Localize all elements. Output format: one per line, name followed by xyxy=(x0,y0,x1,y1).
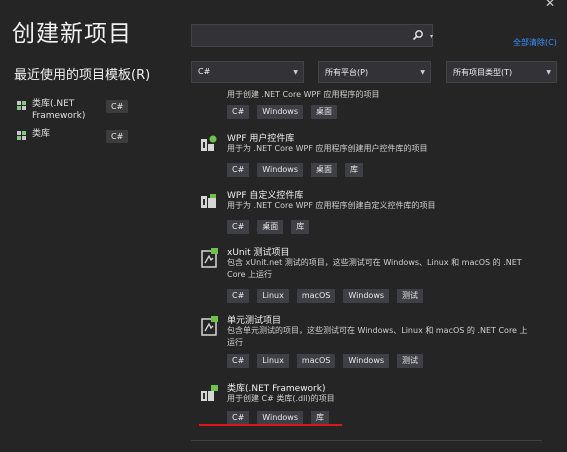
tag: 库 xyxy=(311,411,330,425)
tag: C# xyxy=(227,105,250,119)
tag: Windows xyxy=(257,163,304,177)
clear-all-link[interactable]: 全部清除(C) xyxy=(513,37,557,48)
project-type-filter[interactable]: 所有项目类型(T) ▼ xyxy=(446,61,557,83)
platform-filter-value: 所有平台(P) xyxy=(325,68,369,77)
template-list: 用于创建 .NET Core WPF 应用程序的项目 C# Windows 桌面… xyxy=(191,89,542,441)
close-icon[interactable]: ✕ xyxy=(545,0,559,10)
class-library-icon xyxy=(201,385,218,401)
tag: Windows xyxy=(257,411,304,425)
tag: Linux xyxy=(257,289,289,303)
recent-item[interactable]: 类库 C# xyxy=(16,126,136,156)
tag: C# xyxy=(227,220,250,234)
recent-templates-list: 类库(.NET Framework) C# 类库 C# xyxy=(16,96,136,156)
tag: Windows xyxy=(257,105,304,119)
recent-item-name: 类库 xyxy=(32,129,51,139)
tag: 库 xyxy=(345,163,364,177)
search-input[interactable]: ▾ xyxy=(191,24,433,47)
page-title: 创建新项目 xyxy=(12,21,132,47)
tag: C# xyxy=(227,163,250,177)
tag: 桌面 xyxy=(311,105,338,119)
template-description: 用于创建 C# 类库(.dll)的项目 xyxy=(227,394,335,403)
template-description: 包含 xUnit.net 测试的项目，这些测试可在 Windows、Linux … xyxy=(227,258,522,279)
tag: 测试 xyxy=(397,289,424,303)
chevron-down-icon: ▼ xyxy=(546,69,551,76)
test-project-icon xyxy=(201,316,218,336)
template-tags: C# Windows 桌面 库 xyxy=(227,163,364,177)
template-tags: C# Linux macOS Windows 测试 xyxy=(227,354,424,368)
recent-item[interactable]: 类库(.NET Framework) C# xyxy=(16,96,136,126)
tag: 桌面 xyxy=(257,220,284,234)
tag: macOS xyxy=(296,289,336,303)
tag: C# xyxy=(227,411,250,425)
template-tags: C# 桌面 库 xyxy=(227,220,310,234)
template-tags: C# Windows 桌面 xyxy=(227,105,338,119)
recent-item-language: C# xyxy=(106,130,129,143)
language-filter-value: C# xyxy=(198,67,211,76)
search-icon[interactable] xyxy=(412,29,424,41)
recent-templates-title: 最近使用的项目模板(R) xyxy=(14,68,151,83)
tag: C# xyxy=(227,354,250,368)
wpf-library-icon xyxy=(201,135,217,151)
test-project-icon xyxy=(201,248,218,268)
platform-filter[interactable]: 所有平台(P) ▼ xyxy=(318,61,431,83)
list-divider xyxy=(191,440,542,441)
tag: C# xyxy=(227,289,250,303)
tag: 桌面 xyxy=(311,163,338,177)
template-description: 用于创建 .NET Core WPF 应用程序的项目 xyxy=(227,90,380,99)
tag: Windows xyxy=(343,354,390,368)
tag: 库 xyxy=(291,220,310,234)
tag: Windows xyxy=(343,289,390,303)
template-description: 包含单元测试的项目，这些测试可在 Windows、Linux 和 macOS 的… xyxy=(227,326,528,347)
language-filter[interactable]: C# ▼ xyxy=(191,61,304,83)
tag: macOS xyxy=(296,354,336,368)
class-library-icon xyxy=(17,101,26,110)
chevron-down-icon[interactable]: ▾ xyxy=(430,33,433,40)
chevron-down-icon: ▼ xyxy=(293,69,298,76)
template-description: 用于为 .NET Core WPF 应用程序创建自定义控件库的项目 xyxy=(227,201,436,210)
chevron-down-icon: ▼ xyxy=(420,69,425,76)
class-library-icon xyxy=(17,131,26,140)
template-tags: C# Windows 库 xyxy=(227,411,330,425)
tag: 测试 xyxy=(397,354,424,368)
template-tags: C# Linux macOS Windows 测试 xyxy=(227,289,424,303)
tag: Linux xyxy=(257,354,289,368)
template-description: 用于为 .NET Core WPF 应用程序创建用户控件库的项目 xyxy=(227,144,428,153)
wpf-library-icon xyxy=(201,194,216,208)
recent-item-name: 类库(.NET Framework) xyxy=(32,99,86,121)
recent-item-language: C# xyxy=(106,100,129,113)
highlight-underline xyxy=(199,424,342,426)
project-type-filter-value: 所有项目类型(T) xyxy=(453,68,513,77)
